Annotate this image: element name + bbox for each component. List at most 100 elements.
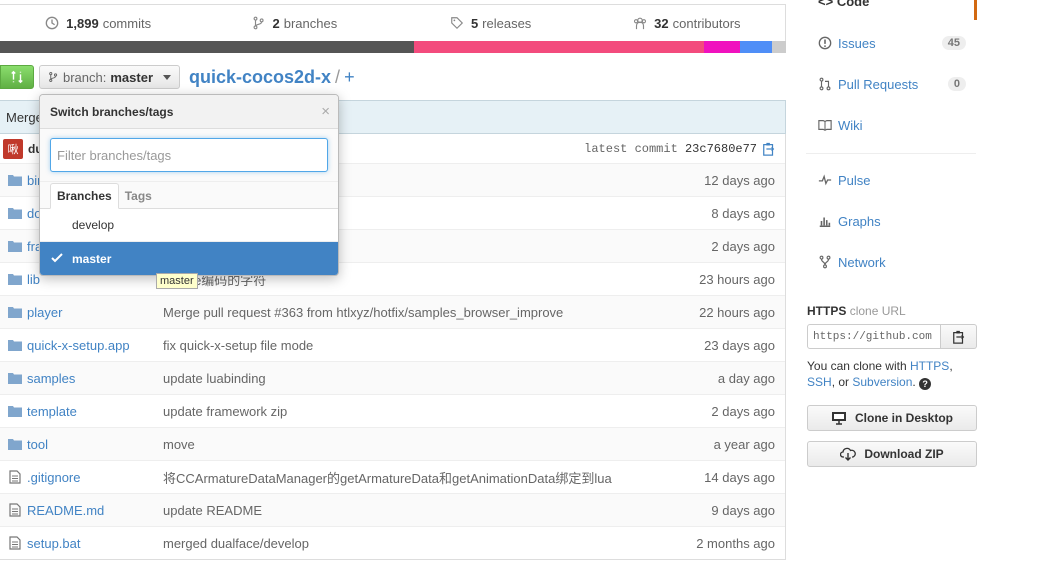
nav-network-label: Network: [838, 254, 886, 270]
copy-url-button[interactable]: [941, 324, 977, 349]
nav-pull-requests[interactable]: Pull Requests 0: [806, 70, 976, 98]
nav-graphs-label: Graphs: [838, 213, 881, 229]
table-row: template update framework zip 2 days ago: [0, 394, 785, 427]
table-row: samples update luabinding a day ago: [0, 361, 785, 394]
file-type-icon: [0, 405, 27, 417]
tab-branches[interactable]: Branches: [50, 183, 119, 209]
question-icon[interactable]: ?: [919, 378, 932, 390]
file-name[interactable]: quick-x-setup.app: [27, 338, 163, 353]
file-age: a year ago: [713, 436, 775, 452]
clone-in-desktop-button[interactable]: Clone in Desktop: [807, 405, 977, 431]
nav-pulse-label: Pulse: [838, 172, 871, 188]
code-icon: <>: [818, 0, 834, 9]
nav-wiki-label: Wiki: [838, 117, 863, 133]
file-commit-message[interactable]: move: [163, 437, 645, 452]
compare-pull-request-button[interactable]: [0, 65, 34, 89]
file-commit-message[interactable]: fix quick-x-setup file mode: [163, 338, 645, 353]
file-icon: [8, 503, 21, 517]
branch-item-develop[interactable]: develop: [40, 209, 338, 242]
dropdown-tabs: Branches Tags: [40, 182, 338, 209]
subversion-link[interactable]: Subversion: [852, 375, 912, 389]
tab-tags[interactable]: Tags: [119, 184, 158, 208]
file-name[interactable]: template: [27, 404, 163, 419]
file-commit-message[interactable]: update luabinding: [163, 371, 645, 386]
folder-icon: [7, 439, 22, 450]
dropdown-header: Switch branches/tags ×: [40, 95, 338, 129]
file-name[interactable]: tool: [27, 437, 163, 452]
commit-message[interactable]: Merge: [6, 110, 43, 125]
branch-item-master[interactable]: master: [40, 242, 338, 275]
file-type-icon: [0, 207, 27, 219]
file-type-icon: [0, 240, 27, 252]
contributors-count: 32: [654, 15, 669, 31]
nav-graphs[interactable]: Graphs: [806, 207, 976, 235]
file-icon: [8, 470, 21, 484]
file-icon: [8, 536, 21, 550]
folder-icon: [7, 274, 22, 285]
branch-icon: [49, 71, 58, 83]
commits-stat[interactable]: 1,899 commits: [0, 5, 196, 41]
tag-icon: [451, 17, 463, 30]
new-file-link[interactable]: +: [344, 67, 355, 87]
clone-help-prefix: You can clone with: [807, 359, 910, 373]
file-commit-message[interactable]: update README: [163, 503, 645, 518]
folder-icon: [7, 340, 22, 351]
https-link[interactable]: HTTPS: [910, 359, 949, 373]
nav-wiki[interactable]: Wiki: [806, 111, 976, 139]
nav-code[interactable]: <> Code: [818, 0, 869, 9]
language-segment: [772, 41, 786, 53]
ssh-link[interactable]: SSH: [807, 375, 832, 389]
clone-url-field[interactable]: [807, 324, 941, 349]
history-icon: [45, 16, 59, 30]
clipboard-icon[interactable]: [762, 142, 776, 156]
file-commit-message[interactable]: merged dualface/develop: [163, 536, 645, 551]
file-age: a day ago: [717, 370, 775, 386]
releases-label: releases: [482, 15, 532, 31]
clone-label: clone URL: [849, 304, 906, 318]
file-age: 23 days ago: [704, 337, 775, 353]
table-row: tool move a year ago: [0, 427, 785, 460]
file-age: 9 days ago: [711, 502, 775, 518]
file-type-icon: [0, 536, 27, 550]
download-zip-button[interactable]: Download ZIP: [807, 441, 977, 467]
network-icon: [819, 255, 831, 269]
branches-label: branches: [283, 15, 338, 31]
language-bar[interactable]: [0, 41, 786, 53]
clipboard-icon: [952, 330, 964, 344]
file-age: 14 days ago: [704, 469, 775, 485]
branches-stat[interactable]: 2 branches: [196, 5, 392, 41]
file-name[interactable]: .gitignore: [27, 470, 163, 485]
branch-dropdown: Switch branches/tags × Branches Tags dev…: [39, 94, 339, 276]
contributors-label: contributors: [672, 15, 741, 31]
file-commit-message[interactable]: Merge pull request #363 from htlxyz/hotf…: [163, 305, 645, 320]
nav-network[interactable]: Network: [806, 248, 976, 276]
nav-pulse[interactable]: Pulse: [806, 166, 976, 194]
branch-selector-button[interactable]: branch: master: [39, 65, 180, 89]
folder-icon: [7, 175, 22, 186]
file-name[interactable]: player: [27, 305, 163, 320]
path-separator: /: [335, 67, 341, 87]
folder-icon: [7, 307, 22, 318]
avatar[interactable]: 啾: [3, 138, 23, 159]
file-age: 2 days ago: [711, 403, 775, 419]
clone-help-text: You can clone with HTTPS, SSH, or Subver…: [807, 358, 977, 390]
file-name[interactable]: README.md: [27, 503, 163, 518]
releases-stat[interactable]: 5 releases: [393, 5, 589, 41]
issues-count: 45: [941, 36, 966, 50]
nav-issues[interactable]: Issues 45: [806, 29, 976, 57]
branch-filter-input[interactable]: [50, 138, 328, 172]
contributors-stat[interactable]: 32 contributors: [589, 5, 785, 41]
nav-divider: [806, 153, 976, 154]
close-icon[interactable]: ×: [321, 103, 330, 120]
file-name[interactable]: setup.bat: [27, 536, 163, 551]
file-name[interactable]: samples: [27, 371, 163, 386]
check-icon: [51, 253, 63, 263]
compare-icon: [11, 70, 23, 84]
current-branch: master: [110, 69, 153, 85]
file-commit-message[interactable]: 将CCArmatureDataManager的getArmatureData和g…: [163, 468, 645, 487]
clone-help-or: , or: [831, 375, 853, 389]
file-commit-message[interactable]: update framework zip: [163, 404, 645, 419]
desktop-icon: [831, 412, 846, 425]
commit-sha[interactable]: 23c7680e77: [685, 142, 757, 156]
repo-root-link[interactable]: quick-cocos2d-x: [189, 67, 331, 87]
